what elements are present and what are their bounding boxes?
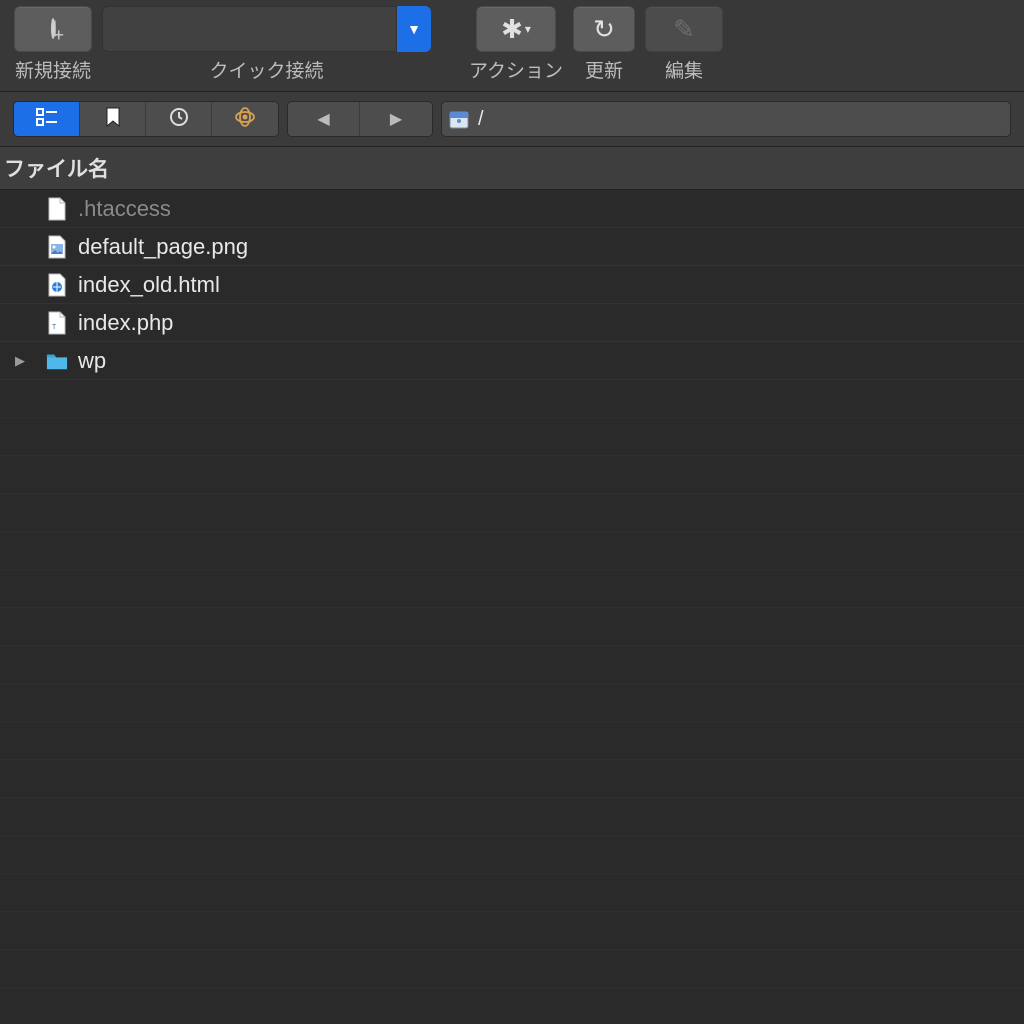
refresh-group: ↻ 更新	[573, 6, 635, 83]
empty-row	[0, 836, 1024, 874]
nav-forward-button[interactable]: ▶	[360, 102, 432, 136]
nav-back-button[interactable]: ◀	[288, 102, 360, 136]
empty-row	[0, 798, 1024, 836]
edit-group: ✎ 編集	[645, 6, 723, 83]
quick-connect-input[interactable]	[102, 6, 397, 52]
file-name: .htaccess	[78, 196, 171, 222]
view-mode-segment	[14, 102, 278, 136]
view-bonjour-button[interactable]	[212, 102, 278, 136]
arrow-right-icon: ▶	[390, 109, 402, 129]
refresh-button[interactable]: ↻	[573, 6, 635, 52]
edit-button[interactable]: ✎	[645, 6, 723, 52]
nav-segment: ◀ ▶	[288, 102, 432, 136]
file-row[interactable]: index_old.html	[0, 266, 1024, 304]
quick-connect-dropdown-button[interactable]: ▼	[397, 6, 431, 52]
file-icon	[46, 196, 68, 222]
disk-icon	[448, 107, 470, 131]
empty-row	[0, 418, 1024, 456]
bookmark-icon	[106, 107, 120, 132]
empty-row	[0, 874, 1024, 912]
quick-connect-group: ▼ クイック接続	[102, 6, 431, 83]
chevron-down-icon: ▾	[525, 22, 531, 36]
empty-row	[0, 988, 1024, 1024]
file-name: default_page.png	[78, 234, 248, 260]
new-connection-label: 新規接続	[15, 56, 91, 83]
empty-row	[0, 722, 1024, 760]
file-name: wp	[78, 348, 106, 374]
quick-connect-label: クイック接続	[209, 56, 323, 83]
folder-icon	[46, 348, 68, 374]
action-group: ✱ ▾ アクション	[469, 6, 563, 83]
column-header[interactable]: ファイル名	[0, 147, 1024, 190]
html-file-icon	[46, 272, 68, 298]
empty-row	[0, 760, 1024, 798]
gear-icon: ✱	[501, 14, 523, 45]
quick-connect-control: ▼	[102, 6, 431, 52]
file-name: index_old.html	[78, 272, 220, 298]
empty-row	[0, 950, 1024, 988]
new-connection-group: + 新規接続	[14, 6, 92, 83]
empty-row	[0, 570, 1024, 608]
chevron-down-icon: ▼	[407, 21, 421, 37]
globe-plus-icon: +	[51, 20, 55, 38]
file-list: .htaccess default_page.png index_old.htm…	[0, 190, 1024, 1024]
action-label: アクション	[469, 56, 563, 83]
view-nav-bar: ◀ ▶ /	[0, 92, 1024, 147]
main-toolbar: + 新規接続 ▼ クイック接続 ✱ ▾ アクション ↻ 更新 ✎ 編集	[0, 0, 1024, 92]
path-bar[interactable]: /	[442, 102, 1010, 136]
image-file-icon	[46, 234, 68, 260]
empty-row	[0, 608, 1024, 646]
pencil-icon: ✎	[673, 14, 695, 45]
outline-view-icon	[36, 108, 58, 131]
empty-row	[0, 494, 1024, 532]
expand-toggle[interactable]: ▶	[10, 353, 30, 369]
arrow-left-icon: ◀	[317, 109, 329, 129]
empty-row	[0, 912, 1024, 950]
empty-row	[0, 684, 1024, 722]
column-filename-label: ファイル名	[4, 158, 109, 181]
file-row[interactable]: default_page.png	[0, 228, 1024, 266]
php-file-icon: T	[46, 310, 68, 336]
svg-text:T: T	[52, 324, 56, 332]
view-outline-button[interactable]	[14, 102, 80, 136]
refresh-icon: ↻	[593, 14, 615, 45]
new-connection-button[interactable]: +	[14, 6, 92, 52]
refresh-label: 更新	[585, 56, 623, 83]
edit-label: 編集	[665, 56, 703, 83]
bonjour-icon	[234, 107, 256, 132]
disclosure-triangle-icon: ▶	[15, 353, 25, 369]
file-row[interactable]: ▶ wp	[0, 342, 1024, 380]
clock-icon	[169, 107, 189, 132]
file-row[interactable]: .htaccess	[0, 190, 1024, 228]
view-history-button[interactable]	[146, 102, 212, 136]
file-row[interactable]: T index.php	[0, 304, 1024, 342]
empty-row	[0, 646, 1024, 684]
view-bookmark-button[interactable]	[80, 102, 146, 136]
path-text: /	[478, 108, 484, 131]
file-name: index.php	[78, 310, 173, 336]
empty-row	[0, 380, 1024, 418]
empty-row	[0, 456, 1024, 494]
action-button[interactable]: ✱ ▾	[476, 6, 556, 52]
empty-row	[0, 532, 1024, 570]
